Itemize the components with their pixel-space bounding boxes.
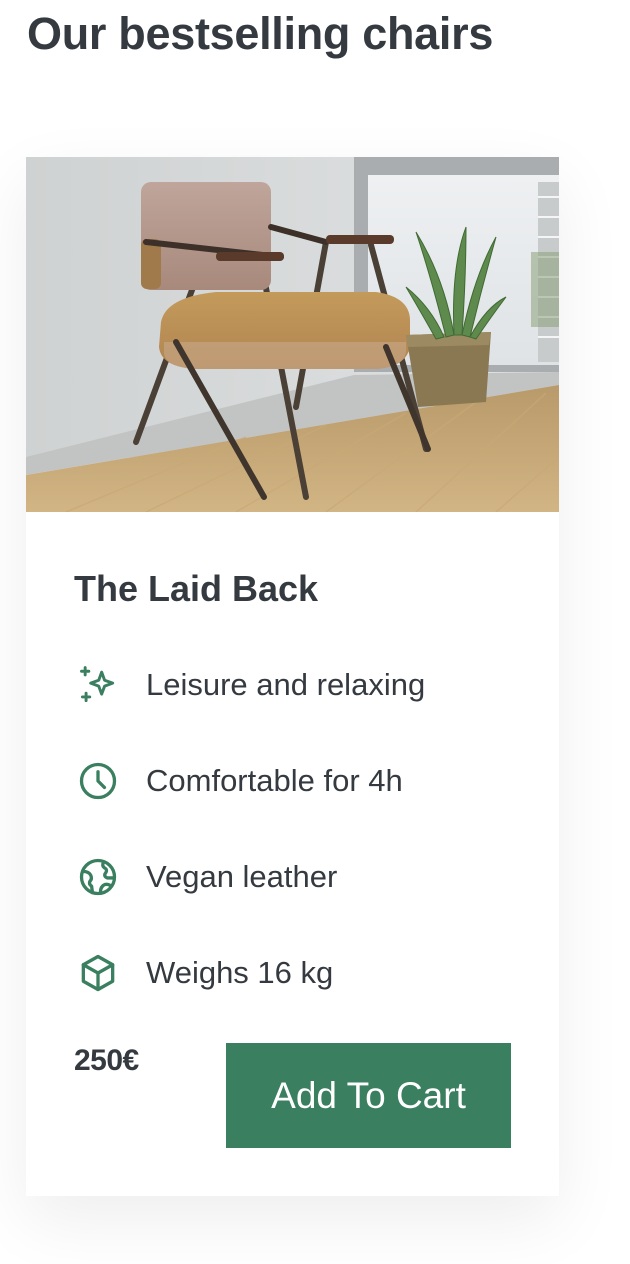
product-image bbox=[26, 157, 559, 512]
feature-item-purpose: Leisure and relaxing bbox=[74, 657, 425, 713]
product-card: The Laid Back Leisure and relaxing Comfo… bbox=[26, 157, 559, 1196]
feature-item-weight: Weighs 16 kg bbox=[74, 945, 425, 1001]
sparkles-icon bbox=[74, 661, 122, 709]
product-name: The Laid Back bbox=[74, 568, 319, 609]
globe-icon bbox=[74, 853, 122, 901]
feature-text: Vegan leather bbox=[146, 859, 338, 894]
feature-item-comfort: Comfortable for 4h bbox=[74, 753, 425, 809]
feature-text: Weighs 16 kg bbox=[146, 955, 334, 990]
feature-list: Leisure and relaxing Comfortable for 4h bbox=[74, 657, 425, 1041]
page-title: Our bestselling chairs bbox=[27, 8, 494, 59]
product-price: 250€ bbox=[74, 1044, 139, 1077]
feature-item-material: Vegan leather bbox=[74, 849, 425, 905]
add-to-cart-button[interactable]: Add To Cart bbox=[226, 1043, 511, 1148]
feature-text: Leisure and relaxing bbox=[146, 667, 426, 702]
feature-text: Comfortable for 4h bbox=[146, 763, 403, 798]
clock-icon bbox=[74, 757, 122, 805]
box-icon bbox=[74, 949, 122, 997]
